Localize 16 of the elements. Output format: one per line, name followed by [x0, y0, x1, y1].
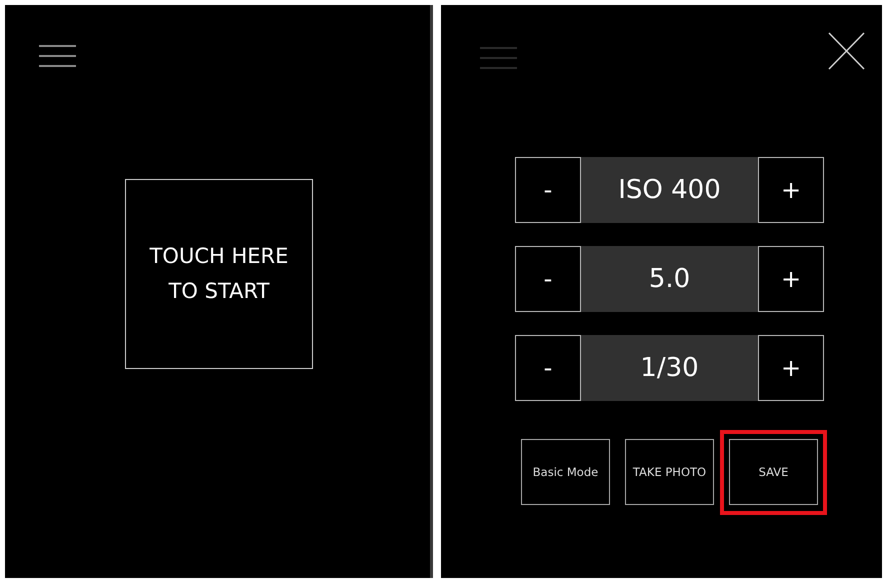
- setting-value: 5.0: [581, 246, 758, 312]
- close-icon[interactable]: [828, 32, 865, 70]
- menu-icon[interactable]: [39, 44, 76, 68]
- action-button[interactable]: Basic Mode: [521, 439, 610, 505]
- menu-icon: [480, 46, 517, 70]
- action-button[interactable]: SAVE: [729, 439, 818, 505]
- setting-value: ISO 400: [581, 157, 758, 223]
- setting-value: 1/30: [581, 335, 758, 401]
- action-button[interactable]: TAKE PHOTO: [625, 439, 714, 505]
- increment-button[interactable]: +: [758, 246, 824, 312]
- increment-button[interactable]: +: [758, 157, 824, 223]
- decrement-button[interactable]: -: [515, 246, 581, 312]
- increment-button[interactable]: +: [758, 335, 824, 401]
- start-button[interactable]: TOUCH HERE TO START: [125, 179, 313, 369]
- decrement-button[interactable]: -: [515, 157, 581, 223]
- decrement-button[interactable]: -: [515, 335, 581, 401]
